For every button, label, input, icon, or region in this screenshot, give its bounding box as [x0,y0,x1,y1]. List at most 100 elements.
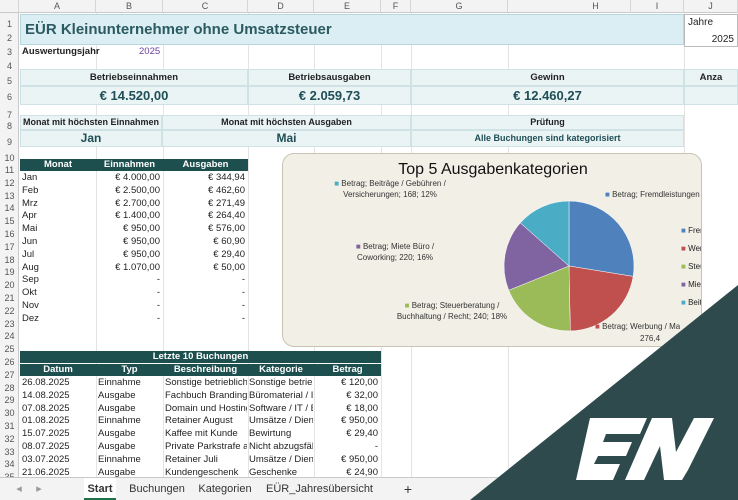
booking-amount[interactable]: € 950,00 [315,454,378,465]
booking-description[interactable]: Retainer Juli [165,454,247,465]
monthly-expense[interactable]: € 60,90 [163,236,245,247]
row-header[interactable]: 19 [0,267,19,277]
bookings-header-date[interactable]: Datum [20,364,96,376]
monthly-expense[interactable]: - [163,287,245,298]
spreadsheet-grid[interactable]: A B C D E F G H I J 1 2 3 4 5 6 7 8 9 10 11 12 13 14 1… [0,0,738,477]
booking-date[interactable]: 15.07.2025 [22,428,94,439]
tab-buchungen[interactable]: Buchungen [126,478,188,500]
monthly-expense[interactable]: - [163,300,245,311]
slice-fremdleistungen[interactable] [568,200,635,277]
monthly-income[interactable]: € 4.000,00 [96,172,160,183]
tab-start[interactable]: Start [84,478,116,500]
kpi-count-value[interactable] [684,86,738,105]
row-header[interactable]: 28 [0,383,19,393]
row-header[interactable]: 33 [0,447,19,457]
monthly-month[interactable]: Apr [22,210,94,221]
monthly-month[interactable]: Feb [22,185,94,196]
monthly-expense[interactable]: € 271,49 [163,198,245,209]
booking-category[interactable]: Nicht abzugsfähi [249,441,313,452]
monthly-income[interactable]: € 2.500,00 [96,185,160,196]
booking-description[interactable]: Kaffee mit Kunde [165,428,247,439]
tab-eur-jahresuebersicht[interactable]: EÜR_Jahresübersicht [266,478,373,500]
row-header[interactable]: 10 [0,153,19,163]
eval-year-value[interactable]: 2025 [139,46,160,57]
scroll-right-icon[interactable]: ▸ [30,478,48,500]
row-header[interactable]: 12 [0,178,19,188]
booking-date[interactable]: 26.08.2025 [22,377,94,388]
row-header[interactable]: 17 [0,242,19,252]
booking-amount[interactable]: € 18,00 [315,403,378,414]
monthly-header-income[interactable]: Einnahmen [96,159,163,171]
booking-date[interactable]: 14.08.2025 [22,390,94,401]
monthly-month[interactable]: Dez [22,313,94,324]
pie-chart-top5-expenses[interactable]: Top 5 Ausgabenkategorien ■ Betrag; Fremd… [282,153,702,347]
booking-category[interactable]: Geschenke [249,467,313,477]
row-header[interactable]: 9 [0,137,19,147]
booking-description[interactable]: Fachbuch Branding [165,390,247,401]
row-header[interactable]: 5 [0,76,19,86]
bookings-header-category[interactable]: Kategorie [248,364,314,376]
monthly-month[interactable]: Jan [22,172,94,183]
booking-category[interactable]: Bewirtung [249,428,313,439]
row-header[interactable]: 22 [0,306,19,316]
kpi-expense-value[interactable]: € 2.059,73 [248,86,411,105]
row-header[interactable]: 32 [0,434,19,444]
booking-date[interactable]: 01.08.2025 [22,415,94,426]
monthly-month[interactable]: Mrz [22,198,94,209]
monthly-expense[interactable]: € 576,00 [163,223,245,234]
monthly-income[interactable]: - [96,313,160,324]
col-header-d[interactable]: D [248,0,314,13]
booking-type[interactable]: Ausgabe [98,467,161,477]
row-header[interactable]: 16 [0,229,19,239]
row-header[interactable]: 2 [0,33,19,43]
monthly-income[interactable]: € 950,00 [96,249,160,260]
monthly-expense[interactable]: € 29,40 [163,249,245,260]
row-header[interactable]: 4 [0,61,19,71]
row-header[interactable]: 8 [0,121,19,131]
col-header-j[interactable]: J [684,0,738,13]
monthly-month[interactable]: Okt [22,287,94,298]
row-header[interactable]: 29 [0,395,19,405]
monthly-month[interactable]: Jun [22,236,94,247]
monthly-month[interactable]: Jul [22,249,94,260]
row-header[interactable]: 15 [0,216,19,226]
row-header[interactable]: 34 [0,459,19,469]
booking-category[interactable]: Umsätze / Diens [249,454,313,465]
monthly-month[interactable]: Sep [22,274,94,285]
monthly-income[interactable]: € 1.070,00 [96,262,160,273]
booking-type[interactable]: Einnahme [98,415,161,426]
max-expense-month-value[interactable]: Mai [162,130,411,147]
bookings-header-description[interactable]: Beschreibung [163,364,248,376]
row-header[interactable]: 1 [0,19,19,29]
col-header-c[interactable]: C [163,0,248,13]
add-sheet-button[interactable]: + [398,478,418,500]
booking-category[interactable]: Büromaterial / I [249,390,313,401]
booking-description[interactable]: Sonstige betriebliche [165,377,247,388]
row-header[interactable]: 20 [0,280,19,290]
row-header[interactable]: 14 [0,203,19,213]
monthly-expense[interactable]: € 344,94 [163,172,245,183]
row-header[interactable]: 11 [0,165,19,175]
booking-type[interactable]: Einnahme [98,454,161,465]
row-header[interactable]: 7 [0,110,19,120]
booking-description[interactable]: Domain und Hosting [165,403,247,414]
select-all-corner[interactable] [0,0,19,13]
col-header-b[interactable]: B [96,0,163,13]
row-header[interactable]: 23 [0,319,19,329]
booking-type[interactable]: Einnahme [98,377,161,388]
bookings-header-type[interactable]: Typ [96,364,163,376]
col-header-g[interactable]: G [411,0,508,13]
monthly-month[interactable]: Nov [22,300,94,311]
sheet-title-band[interactable]: EÜR Kleinunternehmer ohne Umsatzsteuer [20,14,684,45]
booking-date[interactable]: 07.08.2025 [22,403,94,414]
booking-date[interactable]: 08.07.2025 [22,441,94,452]
booking-amount[interactable]: € 950,00 [315,415,378,426]
booking-category[interactable]: Umsätze / Diens [249,415,313,426]
monthly-expense[interactable]: € 462,60 [163,185,245,196]
monthly-month[interactable]: Aug [22,262,94,273]
booking-description[interactable]: Private Parkstrafe au [165,441,247,452]
bookings-header-amount[interactable]: Betrag [314,364,381,376]
row-header[interactable]: 21 [0,293,19,303]
booking-date[interactable]: 21.06.2025 [22,467,94,477]
check-value[interactable]: Alle Buchungen sind kategorisiert [411,130,684,147]
